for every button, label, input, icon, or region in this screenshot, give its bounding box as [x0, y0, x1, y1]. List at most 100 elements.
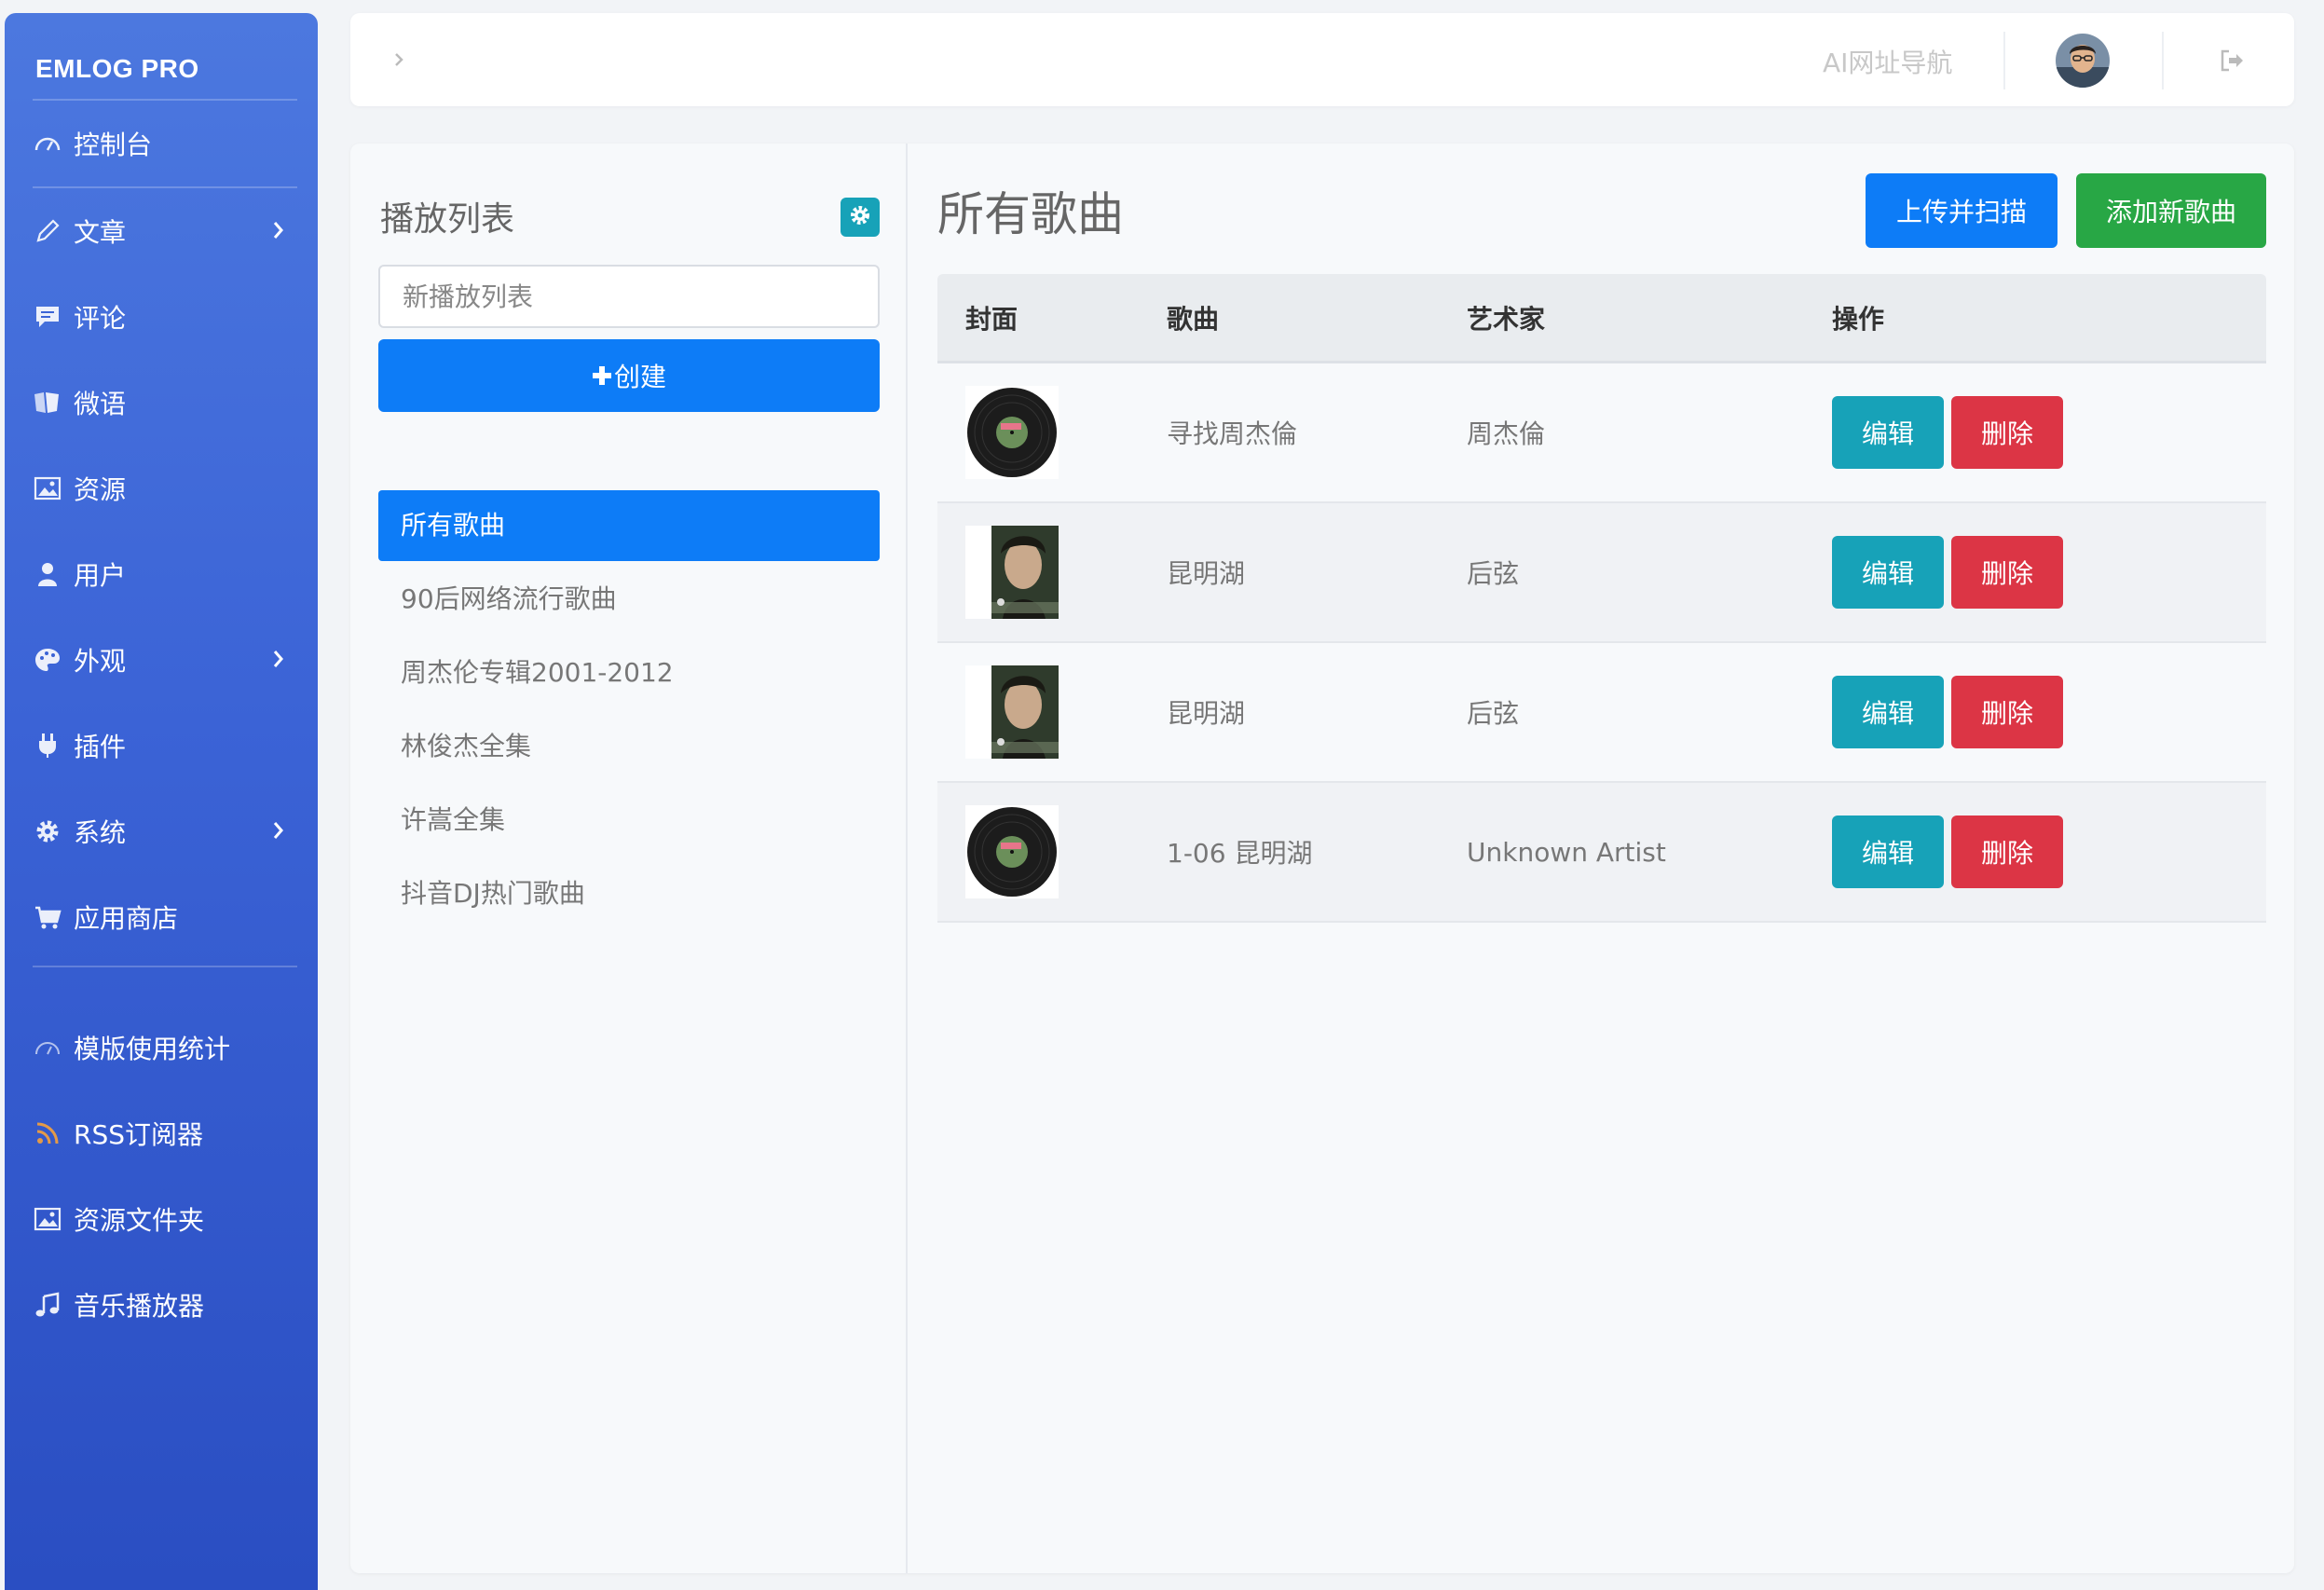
upload-scan-button[interactable]: 上传并扫描	[1866, 173, 2057, 248]
music-icon	[31, 1288, 64, 1322]
sidebar-item-comments[interactable]: 评论	[31, 289, 301, 345]
topbar-divider	[2003, 32, 2005, 89]
sidebar: EMLOG PRO 控制台 文章 评论 微语 资源 用户 外观 插件 系统 应用…	[5, 13, 318, 1590]
sidebar-item-template-stats[interactable]: 模版使用统计	[31, 1020, 301, 1076]
songs-table: 封面 歌曲 艺术家 操作 寻找周杰倫 周杰倫 编辑 删除 昆明湖 后弦 编辑 删…	[937, 274, 2266, 923]
image-icon	[31, 472, 64, 505]
image-icon	[31, 1202, 64, 1236]
sidebar-item-label: 插件	[74, 732, 127, 762]
song-title: 寻找周杰倫	[1167, 418, 1298, 449]
create-label: 创建	[613, 363, 666, 391]
rss-icon	[31, 1117, 64, 1150]
playlist-item[interactable]: 林俊杰全集	[378, 711, 880, 782]
song-artist: 后弦	[1467, 698, 1520, 729]
sidebar-item-label: 模版使用统计	[74, 1034, 231, 1064]
table-row: 寻找周杰倫 周杰倫 编辑 删除	[937, 363, 2266, 503]
sidebar-item-label: 音乐播放器	[74, 1291, 205, 1322]
playlist-item[interactable]: 90后网络流行歌曲	[378, 564, 880, 635]
sidebar-item-label: 用户	[74, 560, 127, 591]
chevron-right-icon	[271, 218, 286, 249]
sidebar-item-articles[interactable]: 文章	[31, 203, 301, 259]
playlist-item[interactable]: 所有歌曲	[378, 490, 880, 561]
plug-icon	[31, 729, 64, 762]
sidebar-item-rss[interactable]: RSS订阅器	[31, 1105, 301, 1161]
sidebar-item-music-player[interactable]: 音乐播放器	[31, 1277, 301, 1333]
sidebar-item-label: 控制台	[74, 130, 153, 160]
sidebar-divider	[33, 99, 297, 101]
sidebar-item-appearance[interactable]: 外观	[31, 632, 301, 688]
chevron-right-icon	[271, 818, 286, 849]
song-artist: 后弦	[1467, 558, 1520, 589]
row-actions: 编辑 删除	[1832, 676, 2266, 748]
playlist-settings-button[interactable]	[841, 198, 880, 237]
pencil-icon	[31, 214, 64, 248]
song-cover-cell	[937, 526, 1167, 619]
edit-button[interactable]: 编辑	[1832, 676, 1944, 748]
brand-logo[interactable]: EMLOG PRO	[35, 54, 199, 84]
sidebar-item-users[interactable]: 用户	[31, 546, 301, 602]
sidebar-item-label: 评论	[74, 303, 127, 334]
table-row: 昆明湖 后弦 编辑 删除	[937, 643, 2266, 783]
sidebar-item-plugins[interactable]: 插件	[31, 718, 301, 774]
delete-button[interactable]: 删除	[1951, 536, 2063, 609]
song-title: 昆明湖	[1167, 558, 1246, 589]
logout-icon[interactable]	[2218, 47, 2246, 78]
sidebar-divider	[33, 186, 297, 188]
delete-button[interactable]: 删除	[1951, 816, 2063, 888]
playlist-panel: 播放列表 创建 所有歌曲 90后网络流行歌曲 周杰伦专辑2001-2012 林俊…	[350, 144, 908, 1573]
row-actions: 编辑 删除	[1832, 816, 2266, 888]
ai-nav-link[interactable]: AI网址导航	[1823, 43, 1952, 80]
sidebar-item-label: 资源文件夹	[74, 1205, 205, 1236]
row-actions: 编辑 删除	[1832, 396, 2266, 469]
delete-button[interactable]: 删除	[1951, 396, 2063, 469]
column-header-cover: 封面	[965, 303, 1018, 335]
dashboard-icon	[31, 1031, 64, 1064]
sidebar-item-label: 应用商店	[74, 903, 179, 934]
row-actions: 编辑 删除	[1832, 536, 2266, 609]
song-cover-cell	[937, 665, 1167, 759]
top-bar: AI网址导航	[350, 13, 2294, 106]
sidebar-item-media[interactable]: 资源	[31, 460, 301, 516]
sidebar-toggle-chevron-icon[interactable]	[391, 48, 406, 75]
edit-button[interactable]: 编辑	[1832, 396, 1944, 469]
song-cover-cell	[937, 386, 1167, 479]
album-cover-image	[965, 526, 1059, 619]
add-song-button[interactable]: 添加新歌曲	[2076, 173, 2266, 248]
delete-button[interactable]: 删除	[1951, 676, 2063, 748]
song-title: 昆明湖	[1167, 698, 1246, 729]
table-row: 1-06 昆明湖 Unknown Artist 编辑 删除	[937, 783, 2266, 923]
playlist-list: 所有歌曲 90后网络流行歌曲 周杰伦专辑2001-2012 林俊杰全集 许嵩全集…	[378, 490, 880, 932]
sidebar-divider	[33, 966, 297, 967]
edit-button[interactable]: 编辑	[1832, 816, 1944, 888]
playlist-item[interactable]: 许嵩全集	[378, 785, 880, 856]
comment-icon	[31, 300, 64, 334]
album-cover-image	[965, 665, 1059, 759]
sidebar-item-label: RSS订阅器	[74, 1119, 204, 1150]
playlist-item[interactable]: 周杰伦专辑2001-2012	[378, 637, 880, 708]
gear-icon	[849, 204, 871, 230]
sidebar-item-label: 系统	[74, 817, 127, 848]
column-header-song: 歌曲	[1167, 303, 1220, 335]
sidebar-item-notes[interactable]: 微语	[31, 375, 301, 431]
notes-icon	[31, 386, 64, 419]
sidebar-item-system[interactable]: 系统	[31, 803, 301, 859]
dashboard-icon	[31, 127, 64, 160]
plus-icon	[592, 365, 612, 386]
vinyl-cover-image	[965, 386, 1059, 479]
song-cover-cell	[937, 805, 1167, 898]
create-playlist-button[interactable]: 创建	[378, 339, 880, 412]
sidebar-item-app-store[interactable]: 应用商店	[31, 889, 301, 945]
sidebar-item-dashboard[interactable]: 控制台	[31, 116, 301, 171]
cart-icon	[31, 900, 64, 934]
column-header-artist: 艺术家	[1467, 303, 1546, 335]
music-manager-card: 播放列表 创建 所有歌曲 90后网络流行歌曲 周杰伦专辑2001-2012 林俊…	[350, 144, 2294, 1573]
avatar[interactable]	[2056, 34, 2110, 88]
sidebar-item-media-folder[interactable]: 资源文件夹	[31, 1191, 301, 1247]
sidebar-item-label: 资源	[74, 474, 127, 505]
table-row: 昆明湖 后弦 编辑 删除	[937, 503, 2266, 643]
new-playlist-input[interactable]	[378, 265, 880, 328]
playlist-item[interactable]: 抖音DJ热门歌曲	[378, 858, 880, 929]
sidebar-item-label: 外观	[74, 646, 127, 677]
edit-button[interactable]: 编辑	[1832, 536, 1944, 609]
song-artist: Unknown Artist	[1467, 836, 1666, 868]
